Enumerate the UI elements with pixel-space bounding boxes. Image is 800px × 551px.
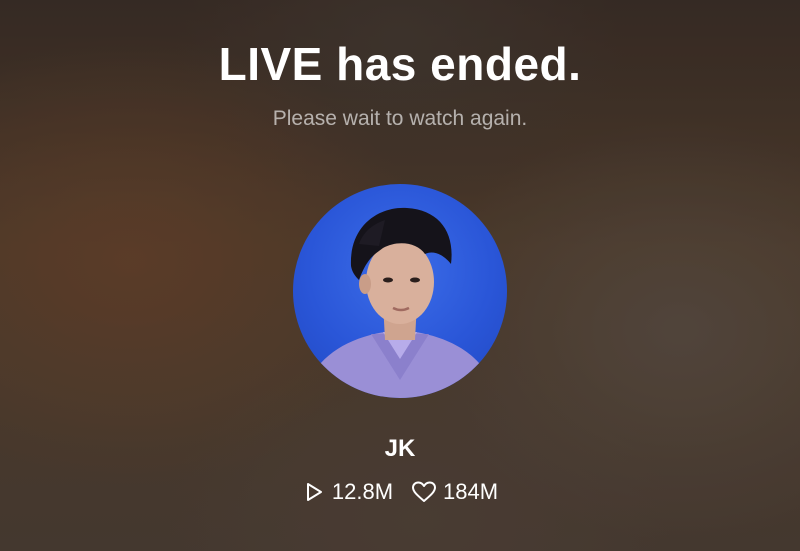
play-count-stat: 12.8M [302, 478, 393, 506]
play-icon [306, 483, 322, 501]
profile-avatar[interactable] [293, 184, 507, 398]
live-ended-panel: LIVE has ended. Please wait to watch aga… [0, 0, 800, 551]
like-count: 184M [443, 479, 499, 504]
live-ended-title: LIVE has ended. [218, 38, 582, 90]
like-count-stat: 184M [411, 478, 498, 506]
live-stats: 12.8M 184M [302, 478, 498, 506]
profile-photo-icon [303, 207, 497, 398]
profile-name: JK [384, 435, 416, 462]
play-count: 12.8M [331, 479, 394, 504]
live-ended-subtitle: Please wait to watch again. [272, 107, 528, 130]
heart-icon [412, 481, 437, 502]
